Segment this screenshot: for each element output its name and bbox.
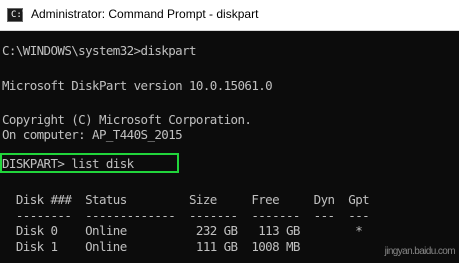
title-bar[interactable]: C:\ Administrator: Command Prompt - disk… bbox=[0, 0, 459, 31]
console-line-copyright: Copyright (C) Microsoft Corporation. bbox=[2, 112, 252, 127]
console-line-command: C:\WINDOWS\system32>diskpart bbox=[2, 43, 197, 58]
console-line-version: Microsoft DiskPart version 10.0.15061.0 bbox=[2, 78, 273, 93]
disk-table-row: Disk 0 Online 232 GB 113 GB * bbox=[2, 223, 363, 238]
disk-table-row: Disk 1 Online 111 GB 1008 MB bbox=[2, 239, 301, 254]
highlight-box bbox=[0, 153, 179, 173]
disk-table-header: Disk ### Status Size Free Dyn Gpt bbox=[2, 192, 370, 207]
disk-table-separator: -------- ------------- ------- ------- -… bbox=[2, 208, 370, 223]
command-prompt-icon: C:\ bbox=[7, 8, 27, 22]
console-output[interactable]: C:\WINDOWS\system32>diskpart Microsoft D… bbox=[0, 31, 459, 263]
window-title: Administrator: Command Prompt - diskpart bbox=[31, 7, 259, 21]
watermark: jingyan.baidu.com bbox=[384, 246, 456, 257]
command-prompt-window: C:\ Administrator: Command Prompt - disk… bbox=[0, 0, 459, 263]
console-line-computer: On computer: AP_T440S_2015 bbox=[2, 127, 183, 142]
